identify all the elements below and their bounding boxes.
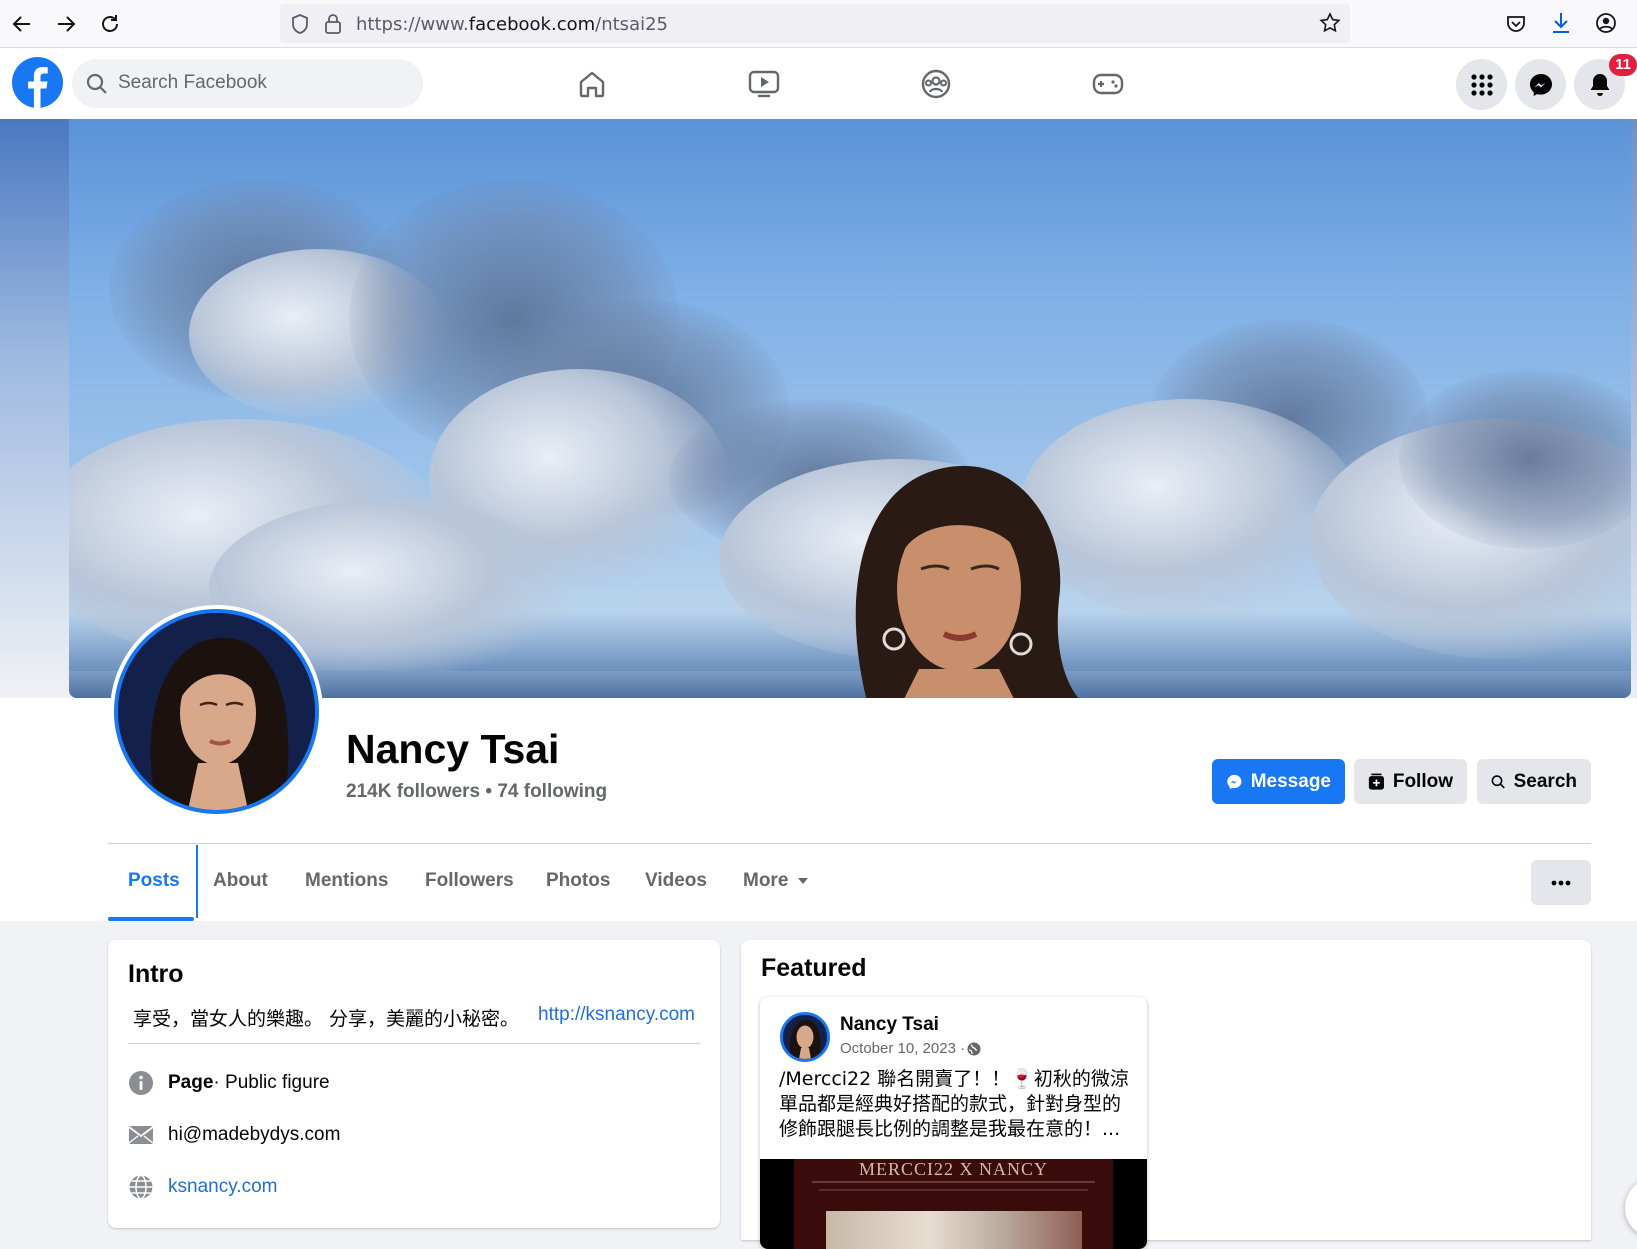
featured-section: Featured Nancy Tsai October 10, 2023 · /… <box>741 940 1591 1249</box>
profile-divider <box>108 843 1591 844</box>
bookmark-star-icon[interactable] <box>1319 12 1341 34</box>
message-label: Message <box>1250 770 1331 792</box>
messenger-icon <box>1227 774 1242 789</box>
menu-grid-icon[interactable] <box>1456 59 1507 110</box>
facebook-header: Search Facebook 11 <box>0 48 1637 119</box>
more-options-button[interactable] <box>1531 860 1591 905</box>
messenger-icon[interactable] <box>1515 59 1566 110</box>
featured-title: Featured <box>761 954 867 982</box>
follow-label: Follow <box>1392 770 1453 792</box>
cover-portrait <box>799 449 1119 698</box>
browser-toolbar: https://www.facebook.com/ntsai25 <box>0 0 1637 48</box>
profile-avatar[interactable] <box>114 609 319 814</box>
post-author-avatar[interactable] <box>780 1012 830 1062</box>
page-category: · Public figure <box>213 1072 330 1093</box>
profile-search-button[interactable]: Search <box>1477 759 1591 804</box>
tab-videos[interactable]: Videos <box>645 870 707 892</box>
home-icon[interactable] <box>570 62 614 106</box>
url-path: /ntsai25 <box>595 14 668 35</box>
search-icon <box>1491 774 1505 789</box>
following-count[interactable]: 74 following <box>497 781 607 802</box>
profile-stats: 214K followers • 74 following <box>346 781 607 803</box>
page-label: Page <box>168 1072 214 1093</box>
search-icon <box>86 73 108 95</box>
public-globe-icon <box>967 1042 981 1055</box>
tab-followers[interactable]: Followers <box>425 870 514 892</box>
envelope-icon <box>128 1122 154 1148</box>
address-bar[interactable]: https://www.facebook.com/ntsai25 <box>280 4 1350 43</box>
tab-more-label: More <box>743 870 789 891</box>
intro-bio: 享受，當女人的樂趣。 分享，美麗的小秘密。 <box>133 1008 520 1030</box>
intro-title: Intro <box>128 960 184 988</box>
stats-separator: • <box>480 781 498 802</box>
active-tab-indicator <box>108 917 194 921</box>
info-icon <box>128 1070 154 1096</box>
reload-icon[interactable] <box>96 10 124 38</box>
website-link[interactable]: ksnancy.com <box>168 1176 277 1198</box>
profile-picture[interactable] <box>110 605 323 818</box>
ellipsis-icon <box>1551 880 1571 885</box>
caret-down-icon <box>798 878 809 884</box>
tab-more[interactable]: More <box>743 870 809 892</box>
intro-card: Intro 享受，當女人的樂趣。 分享，美麗的小秘密。 http://ksnan… <box>108 940 720 1228</box>
intro-bio-link[interactable]: http://ksnancy.com <box>538 1004 695 1026</box>
account-icon[interactable] <box>1595 12 1617 34</box>
page-category-row: Page · Public figure <box>128 1070 330 1096</box>
tab-photos[interactable]: Photos <box>546 870 610 892</box>
post-text: /Mercci22 聯名開賣了！！🍷初秋的微涼單品都是經典好搭配的款式，針對身型… <box>779 1068 1129 1140</box>
shield-icon[interactable] <box>290 13 310 35</box>
url-host: facebook.com <box>468 14 596 35</box>
website-row: ksnancy.com <box>128 1174 277 1200</box>
watch-video-icon[interactable] <box>742 62 786 106</box>
followers-count[interactable]: 214K followers <box>346 781 480 802</box>
notification-badge: 11 <box>1609 54 1637 76</box>
follow-button[interactable]: Follow <box>1354 759 1467 804</box>
facebook-logo-icon[interactable] <box>12 57 63 108</box>
globe-icon <box>128 1174 154 1200</box>
intro-divider <box>128 1043 700 1044</box>
post-image[interactable]: MERCCI22 X NANCY <box>760 1159 1147 1249</box>
post-date[interactable]: October 10, 2023 · <box>840 1040 981 1057</box>
tab-about[interactable]: About <box>213 870 268 892</box>
tab-posts[interactable]: Posts <box>128 870 180 892</box>
featured-post-card[interactable]: Nancy Tsai October 10, 2023 · /Mercci22 … <box>760 997 1147 1249</box>
facebook-search-input[interactable]: Search Facebook <box>72 59 423 108</box>
post-image-content: MERCCI22 X NANCY <box>794 1159 1113 1249</box>
url-text[interactable]: https://www.facebook.com/ntsai25 <box>356 14 668 35</box>
url-prefix: https://www. <box>356 14 469 35</box>
follow-plus-icon <box>1368 773 1385 790</box>
groups-icon[interactable] <box>914 62 958 106</box>
post-image-title: MERCCI22 X NANCY <box>858 1159 1048 1179</box>
search-placeholder: Search Facebook <box>118 72 267 93</box>
forward-arrow-icon[interactable] <box>52 10 80 38</box>
floating-action-button[interactable] <box>1625 1178 1637 1238</box>
post-author-name[interactable]: Nancy Tsai <box>840 1014 939 1036</box>
email-row: hi@madebydys.com <box>128 1122 340 1148</box>
pocket-icon[interactable] <box>1505 13 1527 35</box>
search-label: Search <box>1513 770 1577 792</box>
profile-name: Nancy Tsai <box>346 726 560 772</box>
cover-photo[interactable] <box>69 119 1631 698</box>
tab-mentions[interactable]: Mentions <box>305 870 388 892</box>
download-icon[interactable] <box>1550 11 1572 35</box>
post-date-text: October 10, 2023 · <box>840 1040 966 1057</box>
email-text[interactable]: hi@madebydys.com <box>168 1124 340 1146</box>
tab-separator <box>196 845 198 918</box>
cover-backdrop-left <box>0 119 70 699</box>
back-arrow-icon[interactable] <box>8 10 36 38</box>
message-button[interactable]: Message <box>1212 759 1345 804</box>
gaming-icon[interactable] <box>1086 62 1130 106</box>
lock-icon[interactable] <box>324 13 342 35</box>
